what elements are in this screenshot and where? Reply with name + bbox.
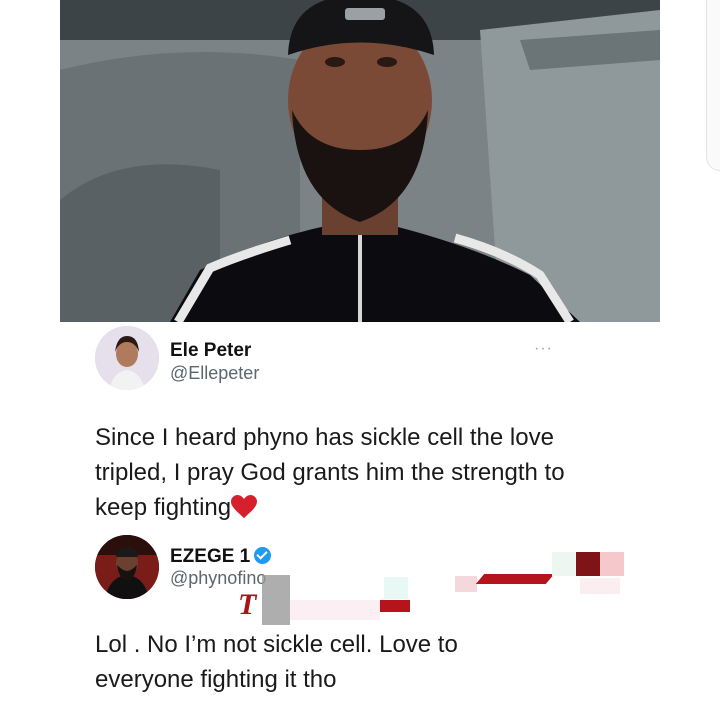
watermark-block xyxy=(290,600,380,620)
heart-emoji-icon xyxy=(231,494,258,518)
author-name[interactable]: EZEGE 1 xyxy=(170,545,272,568)
tweet-text: Since I heard phyno has sickle cell the … xyxy=(95,420,565,525)
watermark-stroke xyxy=(475,574,555,584)
avatar-image xyxy=(95,535,159,599)
reply-text: Lol . No I’m not sickle cell. Love to ev… xyxy=(95,631,458,693)
author-handle[interactable]: @Ellepeter xyxy=(170,363,259,384)
watermark-block xyxy=(380,600,410,612)
tweet-text-content: Since I heard phyno has sickle cell the … xyxy=(95,424,565,521)
watermark-block xyxy=(580,578,620,594)
watermark-block xyxy=(600,552,624,576)
avatar-ezege[interactable] xyxy=(95,535,159,599)
author-name[interactable]: Ele Peter xyxy=(170,340,251,362)
watermark-block xyxy=(384,577,408,599)
photo-illustration xyxy=(60,0,660,322)
watermark-block xyxy=(455,576,477,592)
verified-badge-icon xyxy=(254,547,272,564)
more-options-icon[interactable]: ··· xyxy=(534,340,553,358)
watermark-block xyxy=(262,575,290,625)
watermark-block xyxy=(576,552,600,576)
post-photo[interactable] xyxy=(60,0,660,322)
adjacent-panel-edge xyxy=(706,0,720,171)
author-handle[interactable]: @phynofino xyxy=(170,568,266,589)
author-name-text: EZEGE 1 xyxy=(170,546,251,567)
watermark-logo: T xyxy=(238,588,257,621)
avatar-image xyxy=(95,326,159,390)
avatar-ele-peter[interactable] xyxy=(95,326,159,390)
watermark-block xyxy=(552,552,576,576)
